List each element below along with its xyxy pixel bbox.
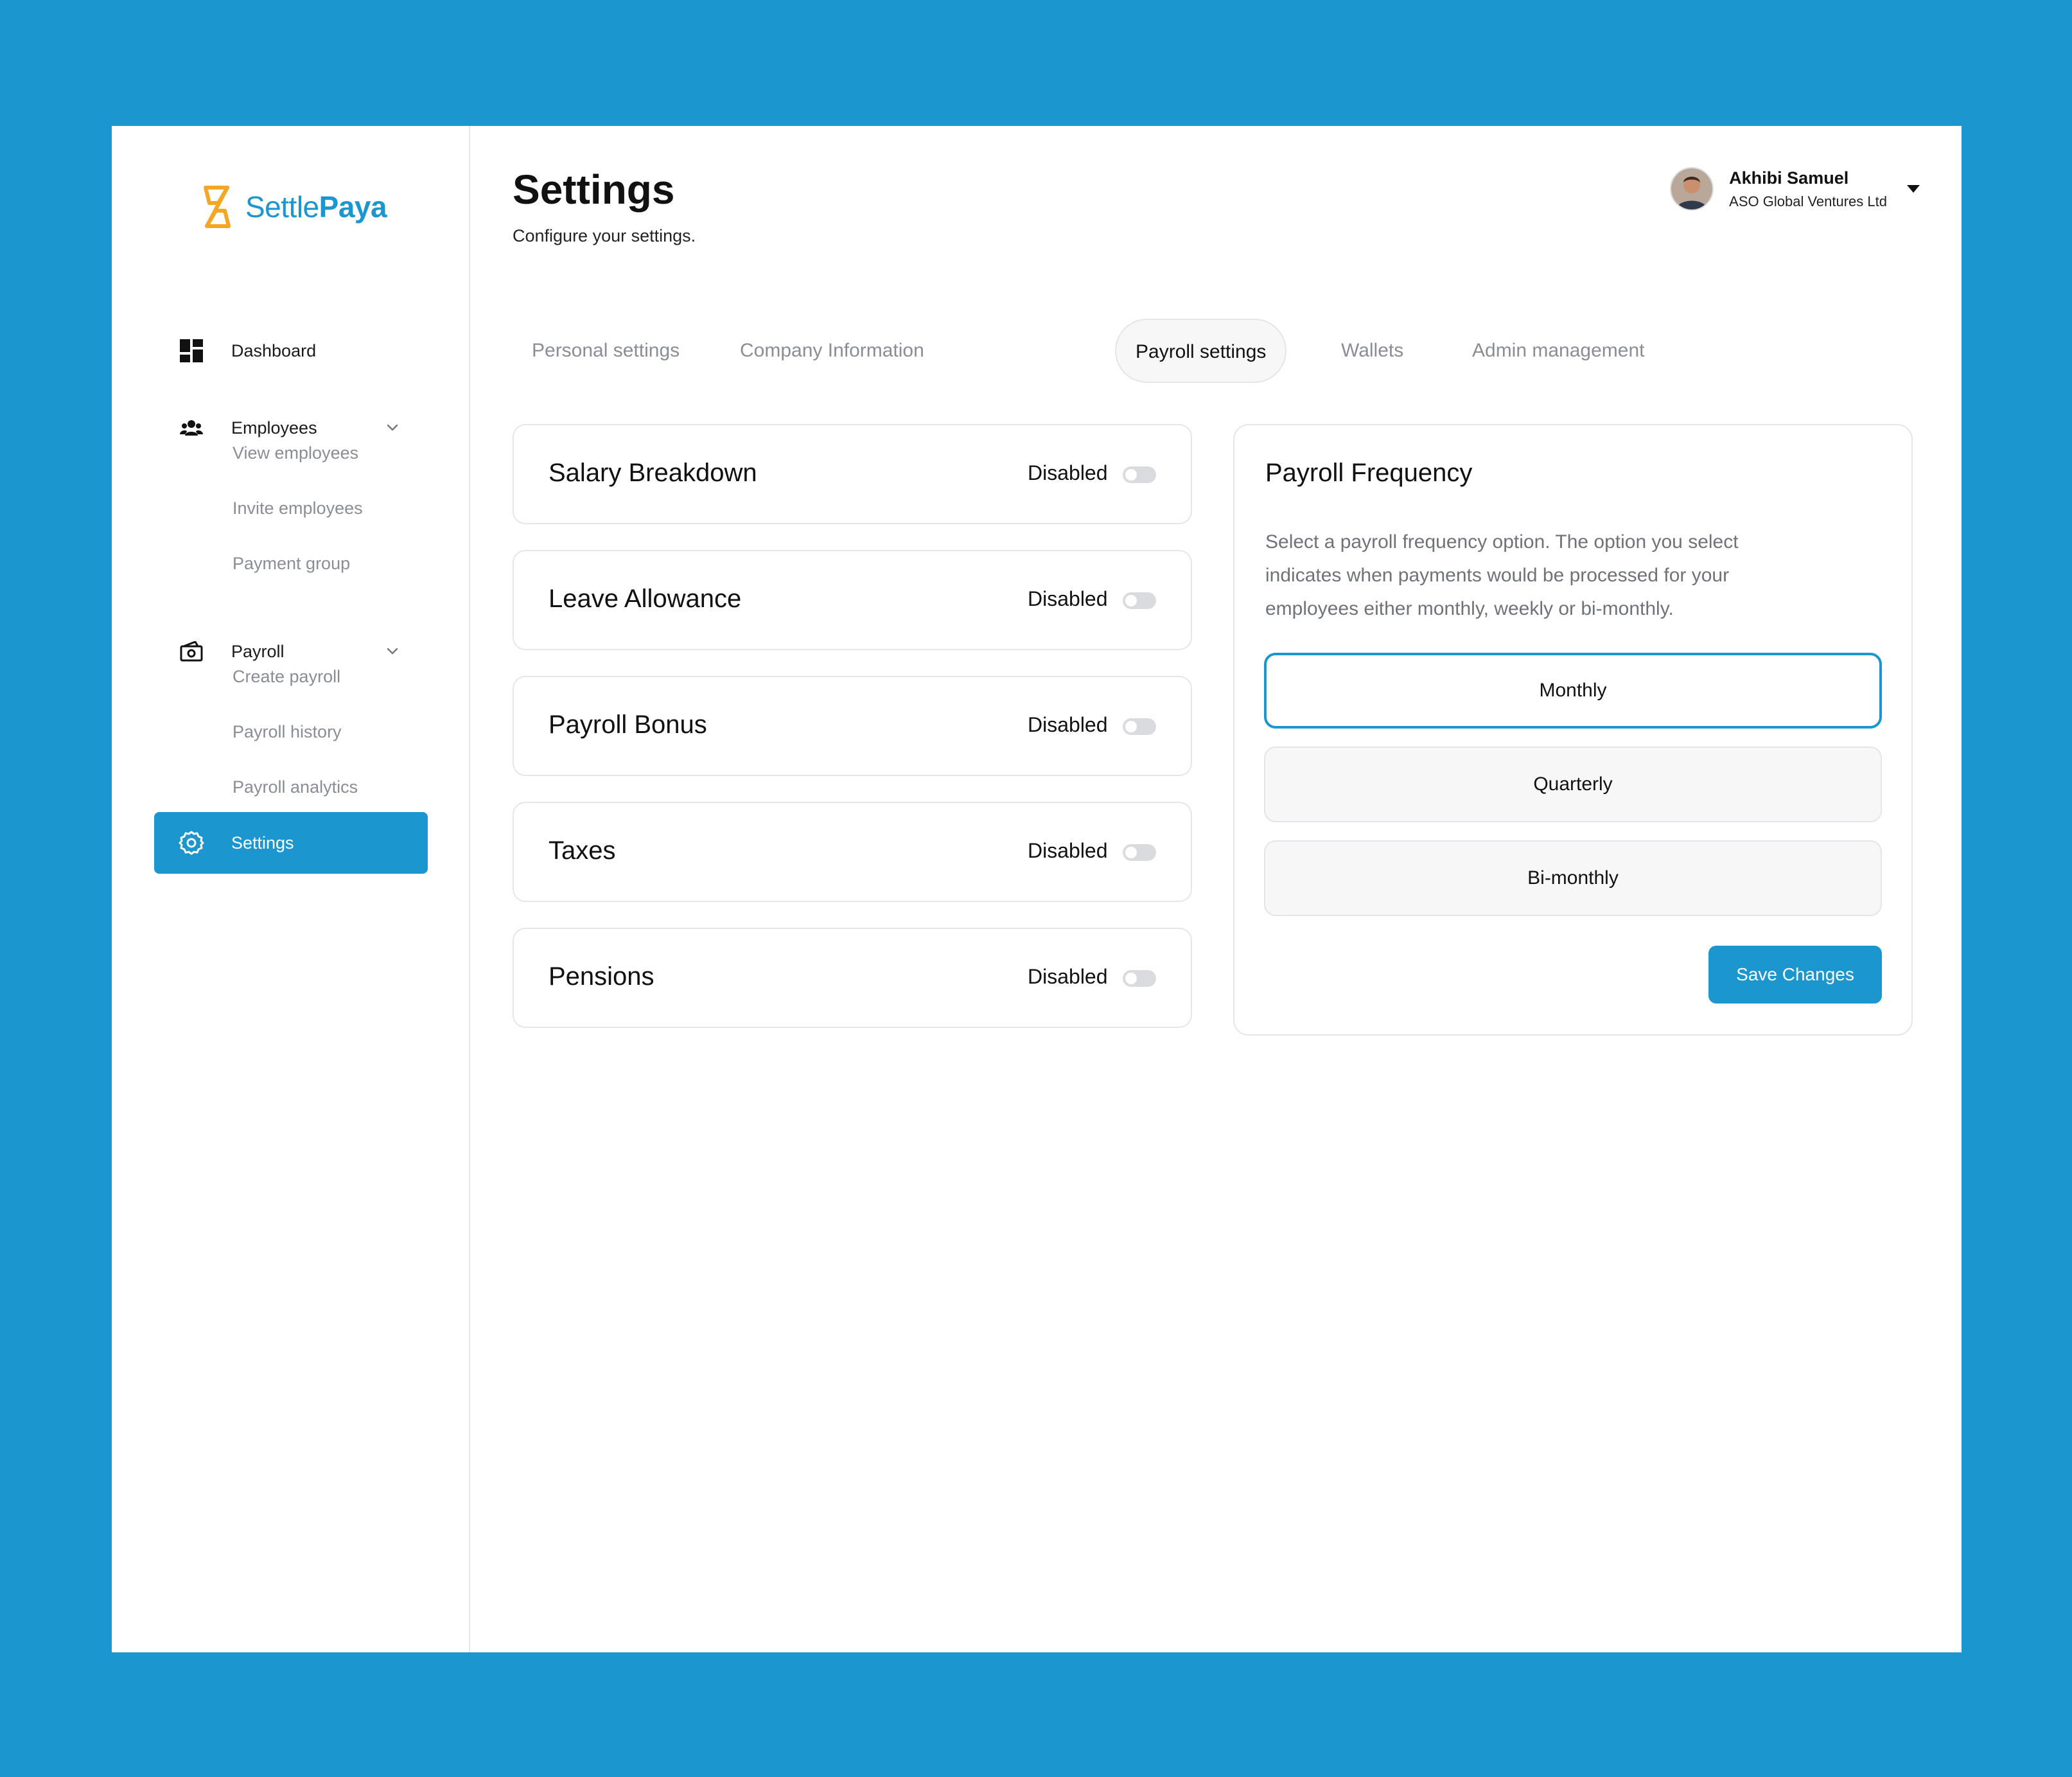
logo-mark-icon xyxy=(204,186,231,228)
logo-text-settle: Settle xyxy=(245,190,319,224)
setting-title: Leave Allowance xyxy=(549,585,742,613)
avatar xyxy=(1670,167,1714,211)
sidebar-item-label: Employees xyxy=(231,418,317,438)
sidebar-item-label: Dashboard xyxy=(231,340,317,360)
tab-wallets[interactable]: Wallets xyxy=(1341,319,1403,383)
sidebar-subitem-payroll-analytics[interactable]: Payroll analytics xyxy=(233,777,358,797)
payroll-frequency-card: Payroll Frequency Select a payroll frequ… xyxy=(1233,424,1913,1036)
user-info: Akhibi Samuel ASO Global Ventures Ltd xyxy=(1729,168,1887,210)
toggle-switch[interactable] xyxy=(1123,466,1156,483)
toggle-switch[interactable] xyxy=(1123,592,1156,609)
logo[interactable]: SettlePaya xyxy=(197,185,387,229)
page-title: Settings xyxy=(513,166,675,213)
setting-title: Pensions xyxy=(549,962,654,991)
setting-card-payroll-bonus: Payroll Bonus Disabled xyxy=(513,676,1192,776)
user-menu[interactable]: Akhibi Samuel ASO Global Ventures Ltd xyxy=(1670,167,1920,211)
logo-text: SettlePaya xyxy=(245,190,387,224)
logo-text-paya: Paya xyxy=(319,190,387,224)
save-changes-button[interactable]: Save Changes xyxy=(1708,946,1882,1003)
sidebar-item-dashboard[interactable]: Dashboard xyxy=(154,320,428,382)
frequency-option-bi-monthly[interactable]: Bi-monthly xyxy=(1264,840,1882,916)
setting-card-salary-breakdown: Salary Breakdown Disabled xyxy=(513,424,1192,524)
tab-admin-management[interactable]: Admin management xyxy=(1472,319,1644,383)
app-window: SettlePaya Dashboard Employees View empl… xyxy=(112,126,1962,1652)
sidebar-subitem-payroll-history[interactable]: Payroll history xyxy=(233,722,342,742)
setting-card-pensions: Pensions Disabled xyxy=(513,928,1192,1028)
frequency-description: Select a payroll frequency option. The o… xyxy=(1265,531,1739,619)
tab-company-information[interactable]: Company Information xyxy=(740,319,924,383)
setting-status: Disabled xyxy=(1028,587,1108,610)
tab-payroll-settings[interactable]: Payroll settings xyxy=(1115,319,1287,383)
toggle-knob xyxy=(1125,721,1137,732)
setting-status: Disabled xyxy=(1028,839,1108,862)
dashboard-grid-icon xyxy=(179,338,204,364)
setting-status: Disabled xyxy=(1028,713,1108,736)
sidebar-subitem-payment-group[interactable]: Payment group xyxy=(233,554,350,574)
frequency-option-quarterly[interactable]: Quarterly xyxy=(1264,747,1882,822)
sidebar-item-label: Settings xyxy=(231,833,294,853)
setting-status: Disabled xyxy=(1028,965,1108,988)
setting-title: Taxes xyxy=(549,836,616,865)
payroll-cash-icon xyxy=(179,639,204,664)
setting-card-taxes: Taxes Disabled xyxy=(513,802,1192,902)
frequency-option-monthly[interactable]: Monthly xyxy=(1264,653,1882,729)
toggle-knob xyxy=(1125,973,1137,984)
toggle-switch[interactable] xyxy=(1123,718,1156,735)
toggle-knob xyxy=(1125,469,1137,481)
toggle-knob xyxy=(1125,847,1137,858)
setting-title: Payroll Bonus xyxy=(549,711,707,739)
gear-icon xyxy=(179,830,204,856)
sidebar: SettlePaya Dashboard Employees View empl… xyxy=(112,126,470,1652)
sidebar-item-settings[interactable]: Settings xyxy=(154,812,428,874)
sidebar-subitem-create-payroll[interactable]: Create payroll xyxy=(233,667,340,687)
toggle-switch[interactable] xyxy=(1123,970,1156,987)
setting-card-leave-allowance: Leave Allowance Disabled xyxy=(513,550,1192,650)
setting-title: Salary Breakdown xyxy=(549,459,757,487)
chevron-down-icon[interactable] xyxy=(385,644,399,658)
users-icon xyxy=(179,415,204,441)
sidebar-item-label: Payroll xyxy=(231,641,285,661)
sidebar-subitem-invite-employees[interactable]: Invite employees xyxy=(233,499,363,518)
user-company: ASO Global Ventures Ltd xyxy=(1729,193,1887,209)
toggle-knob xyxy=(1125,595,1137,606)
user-name: Akhibi Samuel xyxy=(1729,168,1849,188)
page-subtitle: Configure your settings. xyxy=(513,226,696,245)
frequency-title: Payroll Frequency xyxy=(1265,459,1473,487)
caret-down-icon[interactable] xyxy=(1906,184,1920,193)
sidebar-subitem-view-employees[interactable]: View employees xyxy=(233,443,358,463)
chevron-down-icon[interactable] xyxy=(385,420,399,434)
setting-status: Disabled xyxy=(1028,461,1108,484)
tab-personal-settings[interactable]: Personal settings xyxy=(532,319,680,383)
toggle-switch[interactable] xyxy=(1123,844,1156,861)
